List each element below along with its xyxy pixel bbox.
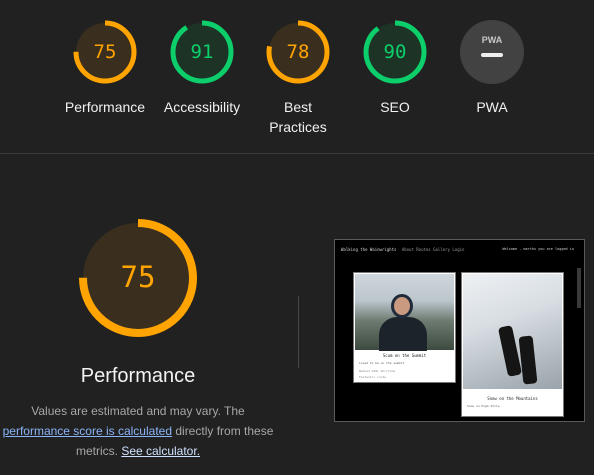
- see-calculator-link[interactable]: See calculator.: [121, 444, 200, 458]
- thumb-welcome-text: Welcome - marths you are logged in: [502, 247, 574, 251]
- vertical-divider: [298, 296, 299, 368]
- gauge-score: 90: [384, 41, 407, 63]
- leg-shape: [518, 335, 538, 385]
- gauge-score: 78: [287, 41, 310, 63]
- lighthouse-report: 75 Performance 91 Accessibility 78 Best …: [0, 0, 594, 475]
- gauge-label: Best Practices: [269, 99, 327, 135]
- gauge-label: SEO: [380, 99, 410, 115]
- pwa-circle: [460, 20, 524, 84]
- performance-gauge-ring: 75: [73, 20, 137, 84]
- pwa-dash-icon: [481, 53, 503, 57]
- pwa-badge: PWA: [460, 20, 524, 84]
- thumb-scrollbar: [577, 268, 581, 308]
- score-calculated-link[interactable]: performance score is calculated: [3, 424, 172, 438]
- gauge-score: 75: [94, 41, 117, 63]
- performance-large-gauge: 75: [79, 219, 197, 337]
- accessibility-gauge-ring: 91: [170, 20, 234, 84]
- gauge-label: Accessibility: [163, 99, 241, 115]
- final-screenshot-thumbnail[interactable]: Walking the Wainwrights About Routes Gal…: [334, 239, 585, 422]
- card-title: Snow on the Mountains: [487, 396, 538, 401]
- seo-gauge-ring: 90: [363, 20, 427, 84]
- gauge-accessibility[interactable]: 91 Accessibility: [152, 19, 252, 117]
- card-detail: Walked 10mi 2hr/time: [359, 369, 396, 373]
- large-gauge-score: 75: [121, 260, 156, 294]
- gauge-pwa[interactable]: PWA PWA: [442, 19, 542, 117]
- summit-photo: [355, 274, 454, 351]
- person-body-shape: [379, 317, 427, 351]
- card-subtitle: Snow on High Stile: [467, 404, 500, 408]
- performance-description: Values are estimated and may vary. The p…: [0, 401, 276, 461]
- card-detail: Fantastic route: [359, 375, 387, 379]
- gauge-score: 91: [191, 41, 214, 63]
- thumb-card-snow: Snow on the Mountains Snow on High Stile: [461, 272, 564, 417]
- score-gauges-row: 75 Performance 91 Accessibility 78 Best …: [0, 0, 594, 153]
- thumb-card-summit: Scum on the Summit Loved to be on the su…: [353, 272, 456, 383]
- best-practices-gauge-ring: 78: [266, 20, 330, 84]
- thumb-site-title: Walking the Wainwrights: [341, 247, 397, 252]
- section-divider: [0, 153, 594, 154]
- gauge-seo[interactable]: 90 SEO: [345, 19, 445, 117]
- person-head-shape: [391, 294, 413, 318]
- performance-title: Performance: [80, 365, 196, 387]
- gauge-best-practices[interactable]: 78 Best Practices: [248, 19, 348, 137]
- card-subtitle: Loved to be on the summit: [359, 361, 405, 365]
- thumb-header: Walking the Wainwrights About Routes Gal…: [341, 247, 464, 252]
- card-title: Scum on the Summit: [382, 353, 427, 358]
- gauge-label: Performance: [64, 99, 146, 115]
- leg-shape: [497, 325, 523, 377]
- gauge-label: PWA: [476, 99, 508, 115]
- desc-text-1: Values are estimated and may vary. The: [31, 404, 245, 418]
- snow-photo: [463, 274, 562, 389]
- gauge-performance[interactable]: 75 Performance: [55, 19, 155, 117]
- thumb-nav-links: About Routes Gallery Login: [401, 247, 465, 252]
- pwa-badge-text: PWA: [482, 35, 503, 45]
